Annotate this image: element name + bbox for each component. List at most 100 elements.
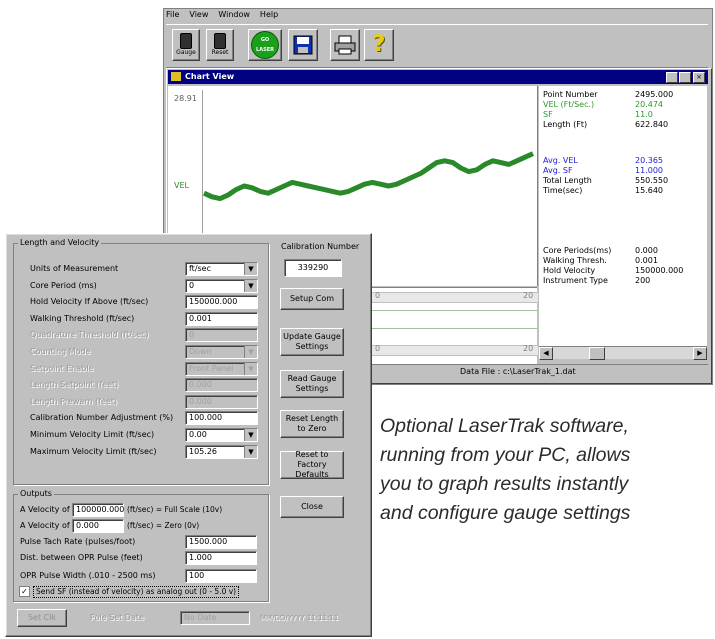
scroll-1-right-value: 20	[523, 291, 534, 300]
scroll-2-left-value: 0	[375, 344, 381, 353]
stat-label: Walking Thresh.	[543, 256, 607, 265]
go-laser-button[interactable]: GO LASER	[248, 29, 282, 61]
setting-label: Calibration Number Adjustment (%)	[30, 413, 174, 422]
reset-factory-button[interactable]: Reset to Factory Defaults	[280, 450, 344, 479]
scroll-thumb[interactable]	[589, 347, 605, 360]
stat-value: 20.474	[635, 100, 663, 109]
date-format-label: MM/DD/YYYY 11:11:11	[260, 614, 339, 622]
setting-label: Quadrature Threshold (ft/sec)	[30, 330, 149, 339]
stat-value: 550.550	[635, 176, 669, 185]
setting-label: Minimum Velocity Limit (ft/sec)	[30, 430, 155, 439]
setting-dropdown[interactable]: 0 ▼	[185, 279, 258, 293]
scroll-left-arrow[interactable]: ◀	[539, 347, 553, 360]
caption-line-3: you to graph results instantly	[380, 473, 629, 495]
stat-label: Total Length	[543, 176, 592, 185]
setting-value: 0.00	[189, 430, 207, 439]
setting-dropdown[interactable]: 0.00 ▼	[185, 428, 258, 442]
pole-set-date-field: No Date	[180, 611, 250, 625]
output-label: Pulse Tach Rate (pulses/foot)	[20, 537, 136, 546]
output-input[interactable]: 100	[185, 569, 257, 583]
stat-value: 11.000	[635, 166, 663, 175]
chevron-down-icon[interactable]: ▼	[244, 280, 257, 292]
help-icon: ?	[372, 32, 386, 57]
menu-help[interactable]: Help	[260, 10, 278, 22]
maximize-button[interactable]	[679, 72, 691, 83]
close-button-dialog[interactable]: Close	[280, 496, 344, 518]
stat-value: 150000.000	[635, 266, 684, 275]
setting-value: 0.000	[189, 380, 212, 389]
chart-window-icon	[171, 72, 181, 81]
print-button[interactable]	[330, 29, 360, 61]
chevron-down-icon[interactable]: ▼	[244, 363, 257, 375]
length-velocity-group-title: Length and Velocity	[18, 238, 102, 248]
stat-label: Length (Ft)	[543, 120, 588, 129]
setting-input[interactable]: 0.001	[185, 312, 258, 326]
setting-value: 105.26	[189, 447, 217, 456]
chevron-down-icon[interactable]: ▼	[244, 263, 257, 275]
setting-label: Hold Velocity If Above (ft/sec)	[30, 297, 149, 306]
output-input[interactable]: 1.000	[185, 551, 257, 565]
output-input[interactable]: 1500.000	[185, 535, 257, 549]
save-icon	[293, 35, 313, 55]
setting-dropdown[interactable]: 105.26 ▼	[185, 445, 258, 459]
output-label: Dist. between OPR Pulse (feet)	[20, 553, 143, 562]
setting-input[interactable]: 100.000	[185, 411, 258, 425]
stat-value: 20.365	[635, 156, 663, 165]
calibration-header: Calibration Number	[281, 242, 360, 251]
reset-icon	[214, 33, 226, 49]
menu-file[interactable]: File	[166, 10, 179, 22]
menu-window[interactable]: Window	[218, 10, 250, 22]
scroll-right-arrow[interactable]: ▶	[693, 347, 707, 360]
chevron-down-icon[interactable]: ▼	[244, 429, 257, 441]
read-gauge-button[interactable]: Read Gauge Settings	[280, 370, 344, 398]
setting-label: Walking Threshold (ft/sec)	[30, 314, 135, 323]
reset-length-button[interactable]: Reset Length to Zero	[280, 410, 344, 438]
stat-value: 622.840	[635, 120, 669, 129]
stat-value: 0.000	[635, 246, 658, 255]
stat-label: Instrument Type	[543, 276, 608, 285]
stat-label: Hold Velocity	[543, 266, 596, 275]
setting-label: Length Setpoint (feet)	[30, 380, 119, 389]
set-clock-button[interactable]: Set Clk	[17, 609, 67, 627]
pole-set-date-label: Pole Set Date	[90, 613, 144, 622]
setting-value: ft/sec	[189, 264, 211, 273]
reset-button[interactable]: Reset	[206, 29, 234, 61]
setting-value: 0	[189, 281, 195, 290]
calibration-number-field[interactable]: 339290	[284, 259, 342, 277]
setting-value: 0.001	[189, 314, 212, 323]
caption-line-4: and configure gauge settings	[380, 502, 631, 524]
close-icon: ×	[696, 73, 702, 81]
setting-value: 0.000	[189, 397, 212, 406]
setting-value: Down	[189, 347, 212, 356]
setting-value: 100.000	[189, 413, 223, 422]
setting-label: Maximum Velocity Limit (ft/sec)	[30, 447, 157, 456]
chevron-down-icon[interactable]: ▼	[244, 446, 257, 458]
help-button[interactable]: ?	[364, 29, 394, 61]
chevron-down-icon[interactable]: ▼	[244, 346, 257, 358]
setting-label: Core Period (ms)	[30, 281, 97, 290]
setting-dropdown[interactable]: ft/sec ▼	[185, 262, 258, 276]
gauge-button[interactable]: Gauge	[172, 29, 200, 61]
gauge-icon	[180, 33, 192, 49]
output-input[interactable]: 100000.000	[72, 503, 124, 517]
output-suffix: (ft/sec) = Full Scale (10v)	[127, 505, 223, 514]
stats-hscrollbar[interactable]: ◀ ▶	[539, 346, 707, 360]
save-button[interactable]	[288, 29, 318, 61]
setting-input[interactable]: 150000.000	[185, 295, 258, 309]
scroll-2-right-value: 20	[523, 344, 534, 353]
minimize-button[interactable]	[666, 72, 678, 83]
outputs-group-title: Outputs	[18, 489, 54, 499]
stat-value: 0.001	[635, 256, 658, 265]
printer-icon	[334, 35, 356, 55]
setting-value: Front Panel	[189, 364, 234, 373]
setup-com-button[interactable]: Setup Com	[280, 288, 344, 310]
setting-dropdown: Down ▼	[185, 345, 258, 359]
close-button[interactable]: ×	[693, 72, 705, 83]
update-gauge-button[interactable]: Update Gauge Settings	[280, 328, 344, 356]
send-sf-label: Send SF (instead of velocity) as analog …	[33, 586, 240, 598]
send-sf-checkbox[interactable]: ✓	[19, 586, 30, 597]
menu-view[interactable]: View	[189, 10, 208, 22]
stat-label: Avg. VEL	[543, 156, 578, 165]
output-input[interactable]: 0.000	[72, 519, 124, 533]
chart-title-bar: Chart View ×	[168, 70, 708, 84]
